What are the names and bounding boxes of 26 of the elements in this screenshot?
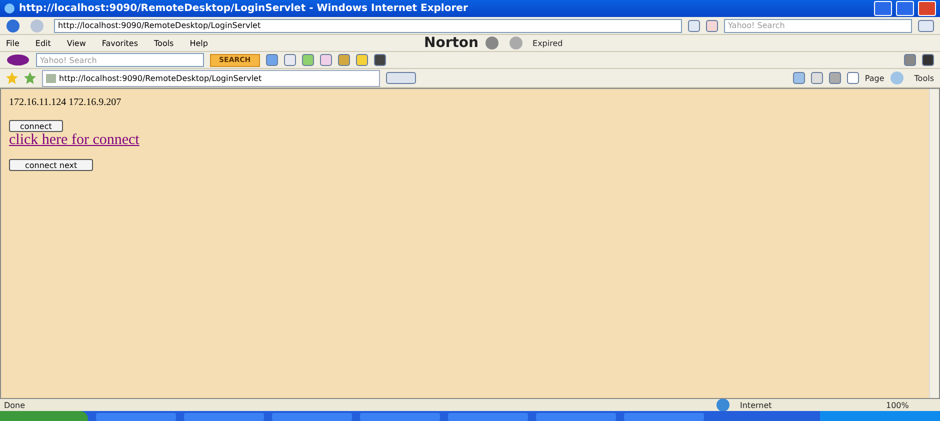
norton-label[interactable]: Norton	[424, 35, 479, 51]
zoom-level[interactable]: 100%	[886, 400, 936, 410]
page-menu[interactable]: Page	[864, 74, 884, 82]
connect-next-button[interactable]: connect next	[9, 159, 94, 171]
browser-tab[interactable]: http://localhost:9090/RemoteDesktop/LoginServlet	[42, 70, 380, 86]
menu-item[interactable]: Favorites	[102, 38, 138, 48]
status-label[interactable]: Expired	[532, 38, 563, 48]
menu-item[interactable]: Tools	[154, 38, 174, 48]
menu-item[interactable]: Help	[190, 38, 208, 48]
address-field[interactable]: http://localhost:9090/RemoteDesktop/LoginServlet	[54, 18, 682, 32]
start-button[interactable]	[0, 411, 88, 421]
ip-addresses: 172.16.11.124 172.16.9.207	[9, 97, 122, 108]
connect-link[interactable]: click here for connect	[9, 132, 140, 149]
connect-button[interactable]: connect	[9, 120, 63, 132]
zone-label: Internet	[740, 400, 773, 410]
menu-item[interactable]: View	[66, 38, 86, 48]
scrollbar[interactable]	[929, 89, 939, 398]
close-button[interactable]	[918, 1, 936, 16]
add-favorite-icon[interactable]	[24, 72, 36, 84]
menu-item[interactable]: File	[6, 38, 20, 48]
window-title: http://localhost:9090/RemoteDesktop/LoginServlet - Windows Internet Explorer	[19, 3, 469, 14]
restore-button[interactable]	[896, 1, 914, 16]
minimize-button[interactable]	[874, 1, 892, 16]
status-text: Done	[4, 400, 26, 410]
tools-menu[interactable]: Tools	[914, 74, 934, 82]
menu-item[interactable]: Edit	[35, 38, 51, 48]
